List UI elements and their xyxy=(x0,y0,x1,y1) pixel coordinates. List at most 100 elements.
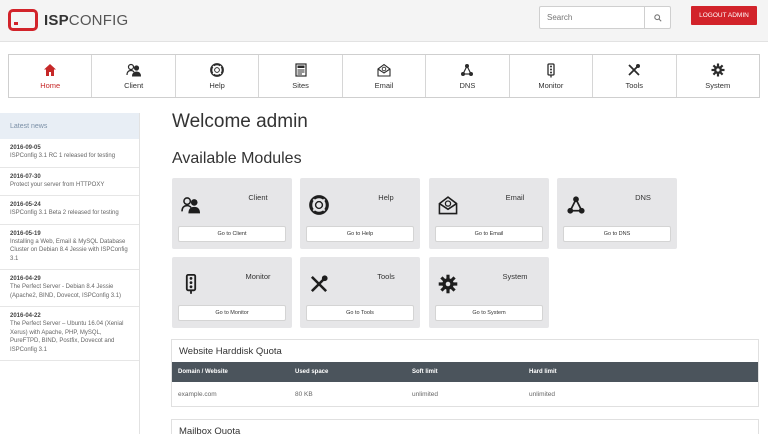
main-nav: Home Client Help Sites Email DNS Monitor… xyxy=(8,54,760,98)
module-card-email: Email Go to Email xyxy=(429,178,549,249)
search-box xyxy=(539,6,671,29)
top-header: ISPCONFIG LOGOUT ADMIN xyxy=(0,0,768,42)
dns-icon xyxy=(459,62,475,78)
news-title: ISPConfig 3.1 RC 1 released for testing xyxy=(10,153,116,159)
module-title: DNS xyxy=(635,193,651,202)
module-card-help: Help Go to Help xyxy=(300,178,420,249)
monitor-icon xyxy=(180,273,202,295)
news-sidebar: Latest news 2016-09-05 ISPConfig 3.1 RC … xyxy=(0,113,140,434)
nav-label: System xyxy=(705,81,731,90)
news-heading: Latest news xyxy=(0,113,139,139)
client-icon xyxy=(180,194,202,216)
news-item[interactable]: 2016-05-19 Installing a Web, Email & MyS… xyxy=(0,225,139,270)
monitor-icon xyxy=(543,62,559,78)
module-card-monitor: Monitor Go to Monitor xyxy=(172,257,292,328)
search-input[interactable] xyxy=(540,7,644,28)
module-card-tools: Tools Go to Tools xyxy=(300,257,420,328)
nav-item-email[interactable]: Email xyxy=(341,55,425,97)
nav-item-sites[interactable]: Sites xyxy=(258,55,341,97)
module-title: Monitor xyxy=(245,272,271,281)
nav-item-dns[interactable]: DNS xyxy=(425,55,508,97)
email-icon xyxy=(376,62,392,78)
mailbox-quota-panel: Mailbox Quota xyxy=(171,419,759,434)
module-title: Client xyxy=(248,193,268,202)
tools-icon xyxy=(626,62,642,78)
news-item[interactable]: 2016-09-05 ISPConfig 3.1 RC 1 released f… xyxy=(0,139,139,168)
table-cell: 80 KB xyxy=(295,390,313,398)
harddisk-quota-panel: Website Harddisk Quota Domain / Website … xyxy=(171,339,759,407)
logo-mark-icon xyxy=(8,9,38,31)
module-title: Help xyxy=(378,193,394,202)
tools-icon xyxy=(308,273,330,295)
go-to-client-button[interactable]: Go to Client xyxy=(178,226,286,242)
news-title: The Perfect Server – Ubuntu 16.04 (Xenia… xyxy=(10,321,124,353)
news-date: 2016-09-05 xyxy=(10,145,41,151)
go-to-help-button[interactable]: Go to Help xyxy=(306,226,414,242)
go-to-dns-button[interactable]: Go to DNS xyxy=(563,226,671,242)
nav-item-system[interactable]: System xyxy=(675,55,759,97)
nav-label: Tools xyxy=(625,81,644,90)
news-date: 2016-04-22 xyxy=(10,313,41,319)
news-title: Protect your server from HTTPOXY xyxy=(10,181,105,188)
news-date: 2016-05-19 xyxy=(10,230,41,237)
column-header: Soft limit xyxy=(406,362,523,382)
logo-text: ISPCONFIG xyxy=(44,11,129,29)
news-item[interactable]: 2016-05-24 ISPConfig 3.1 Beta 2 released… xyxy=(0,196,139,225)
mailbox-quota-title: Mailbox Quota xyxy=(179,425,241,434)
module-title: Tools xyxy=(377,272,395,281)
table-cell: example.com xyxy=(178,390,217,398)
nav-item-monitor[interactable]: Monitor xyxy=(508,55,592,97)
nav-label: Sites xyxy=(292,81,309,90)
column-header: Used space xyxy=(289,362,406,382)
dns-icon xyxy=(565,194,587,216)
go-to-email-button[interactable]: Go to Email xyxy=(435,226,543,242)
news-date: 2016-07-30 xyxy=(10,173,41,180)
go-to-system-button[interactable]: Go to System xyxy=(435,305,543,321)
table-row: example.com 80 KB unlimited unlimited xyxy=(172,382,758,406)
client-icon xyxy=(126,62,142,78)
news-item[interactable]: 2016-04-29 The Perfect Server - Debian 8… xyxy=(0,270,139,307)
home-icon xyxy=(42,62,58,78)
system-icon xyxy=(710,62,726,78)
table-header-row: Domain / Website Used space Soft limit H… xyxy=(172,362,758,382)
news-title: The Perfect Server - Debian 8.4 Jessie (… xyxy=(10,284,122,299)
nav-label: Home xyxy=(40,81,61,90)
module-card-client: Client Go to Client xyxy=(172,178,292,249)
nav-item-tools[interactable]: Tools xyxy=(592,55,675,97)
search-icon[interactable] xyxy=(644,7,670,28)
logout-button[interactable]: LOGOUT ADMIN xyxy=(691,6,757,25)
news-date: 2016-05-24 xyxy=(10,202,41,208)
table-cell: unlimited xyxy=(412,390,439,398)
nav-label: Help xyxy=(209,81,225,90)
nav-label: DNS xyxy=(459,81,476,90)
news-date: 2016-04-29 xyxy=(10,276,41,282)
page-title: Welcome admin xyxy=(172,111,308,132)
ispconfig-logo[interactable]: ISPCONFIG xyxy=(8,9,128,31)
harddisk-quota-title: Website Harddisk Quota xyxy=(179,345,282,357)
harddisk-quota-table: Domain / Website Used space Soft limit H… xyxy=(172,362,758,406)
help-icon xyxy=(308,194,330,216)
nav-label: Client xyxy=(124,81,144,90)
go-to-monitor-button[interactable]: Go to Monitor xyxy=(178,305,286,321)
help-icon xyxy=(209,62,225,78)
column-header: Domain / Website xyxy=(172,362,289,382)
module-title: Email xyxy=(505,193,525,202)
sites-icon xyxy=(293,62,309,78)
nav-item-client[interactable]: Client xyxy=(91,55,174,97)
news-item[interactable]: 2016-07-30 Protect your server from HTTP… xyxy=(0,168,139,196)
news-item[interactable]: 2016-04-22 The Perfect Server – Ubuntu 1… xyxy=(0,307,139,361)
modules-heading: Available Modules xyxy=(172,150,302,167)
module-title: System xyxy=(502,272,528,281)
go-to-tools-button[interactable]: Go to Tools xyxy=(306,305,414,321)
nav-label: Email xyxy=(374,81,394,90)
table-cell: unlimited xyxy=(529,390,556,398)
column-header: Hard limit xyxy=(523,362,758,382)
email-icon xyxy=(437,194,459,216)
system-icon xyxy=(437,273,459,295)
nav-label: Monitor xyxy=(538,81,564,90)
module-card-system: System Go to System xyxy=(429,257,549,328)
news-title: Installing a Web, Email & MySQL Database… xyxy=(10,238,128,262)
nav-item-help[interactable]: Help xyxy=(174,55,258,97)
nav-item-home[interactable]: Home xyxy=(9,55,92,97)
module-card-dns: DNS Go to DNS xyxy=(557,178,677,249)
